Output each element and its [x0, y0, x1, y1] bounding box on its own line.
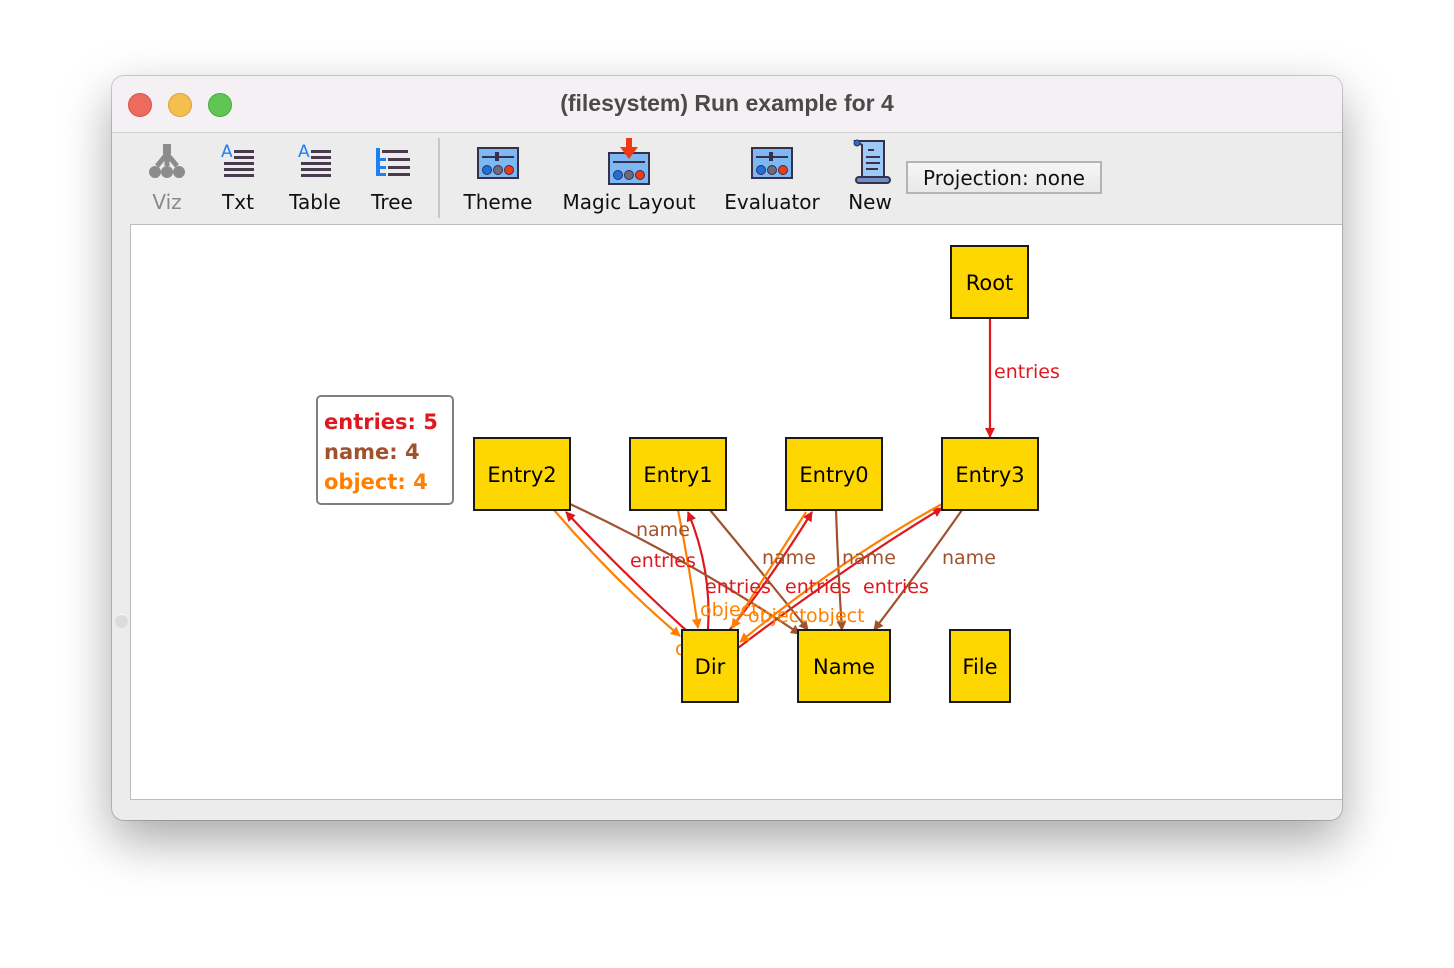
node-entry2[interactable]: Entry2: [473, 437, 571, 511]
viz-tree-icon: [145, 137, 189, 187]
evaluator-button[interactable]: Evaluator: [720, 137, 824, 223]
magic-layout-icon: [607, 137, 651, 187]
theme-button[interactable]: Theme: [458, 137, 538, 223]
split-pane-divider[interactable]: [112, 224, 130, 798]
new-label: New: [848, 190, 892, 214]
svg-text:A: A: [221, 142, 233, 162]
toolbar-separator: [438, 138, 440, 218]
viz-label: Viz: [152, 190, 182, 214]
edge-label-object: object: [748, 605, 807, 627]
edge-label-entries: entries: [863, 576, 929, 598]
toolbar: Viz A Txt A Table Tree Theme Magic Layou…: [112, 133, 1342, 224]
app-window: (filesystem) Run example for 4 Viz A Txt…: [112, 76, 1342, 820]
magic-layout-button[interactable]: Magic Layout: [556, 137, 702, 223]
node-root[interactable]: Root: [950, 245, 1029, 319]
edge-label-name: name: [842, 547, 896, 569]
graph-svg: entries entries entries entries entries name n…: [473, 245, 1060, 703]
svg-text:A: A: [298, 142, 310, 162]
node-label: Entry3: [955, 463, 1024, 487]
tree-button[interactable]: Tree: [364, 137, 420, 223]
window-title: (filesystem) Run example for 4: [560, 90, 894, 116]
node-label: Dir: [695, 655, 726, 679]
table-button[interactable]: A Table: [284, 137, 346, 223]
node-label: Entry0: [799, 463, 868, 487]
node-label: Name: [813, 655, 875, 679]
edges-layer: [553, 318, 995, 649]
node-dir[interactable]: Dir: [681, 629, 739, 703]
evaluator-label: Evaluator: [724, 190, 820, 214]
txt-button[interactable]: A Txt: [212, 137, 264, 223]
edge-label-entries: entries: [994, 361, 1060, 383]
tree-label: Tree: [371, 190, 413, 214]
edge-label-name: name: [636, 519, 690, 541]
edge-entry3-name-name: [873, 509, 963, 631]
edge-label-object: object: [806, 605, 865, 627]
table-icon: A: [295, 137, 335, 187]
node-entry0[interactable]: Entry0: [785, 437, 883, 511]
table-label: Table: [289, 190, 341, 214]
text-icon: A: [218, 137, 258, 187]
node-label: Root: [966, 271, 1014, 295]
node-file[interactable]: File: [949, 629, 1011, 703]
node-label: File: [962, 655, 997, 679]
tree-icon: [372, 137, 412, 187]
edge-label-name: name: [942, 547, 996, 569]
node-name[interactable]: Name: [797, 629, 891, 703]
txt-label: Txt: [222, 190, 254, 214]
edge-label-name: name: [762, 547, 816, 569]
theme-label: Theme: [463, 190, 533, 214]
viz-button[interactable]: Viz: [142, 137, 192, 223]
evaluator-sliders-icon: [750, 137, 794, 187]
graph-canvas[interactable]: entries: 5 name: 4 object: 4 entries entr…: [130, 224, 1342, 800]
magic-layout-label: Magic Layout: [562, 190, 696, 214]
edge-label-entries: entries: [785, 576, 851, 598]
split-handle[interactable]: [115, 614, 128, 628]
node-entry3[interactable]: Entry3: [941, 437, 1039, 511]
edge-label-entries: entries: [630, 550, 696, 572]
node-label: Entry2: [487, 463, 556, 487]
scroll-icon: [848, 137, 892, 187]
title-bar: (filesystem) Run example for 4: [112, 76, 1342, 133]
new-button[interactable]: New: [842, 137, 898, 223]
node-label: Entry1: [643, 463, 712, 487]
edge-label-entries: entries: [705, 576, 771, 598]
node-entry1[interactable]: Entry1: [629, 437, 727, 511]
theme-sliders-icon: [476, 137, 520, 187]
projection-button[interactable]: Projection: none: [906, 161, 1102, 194]
